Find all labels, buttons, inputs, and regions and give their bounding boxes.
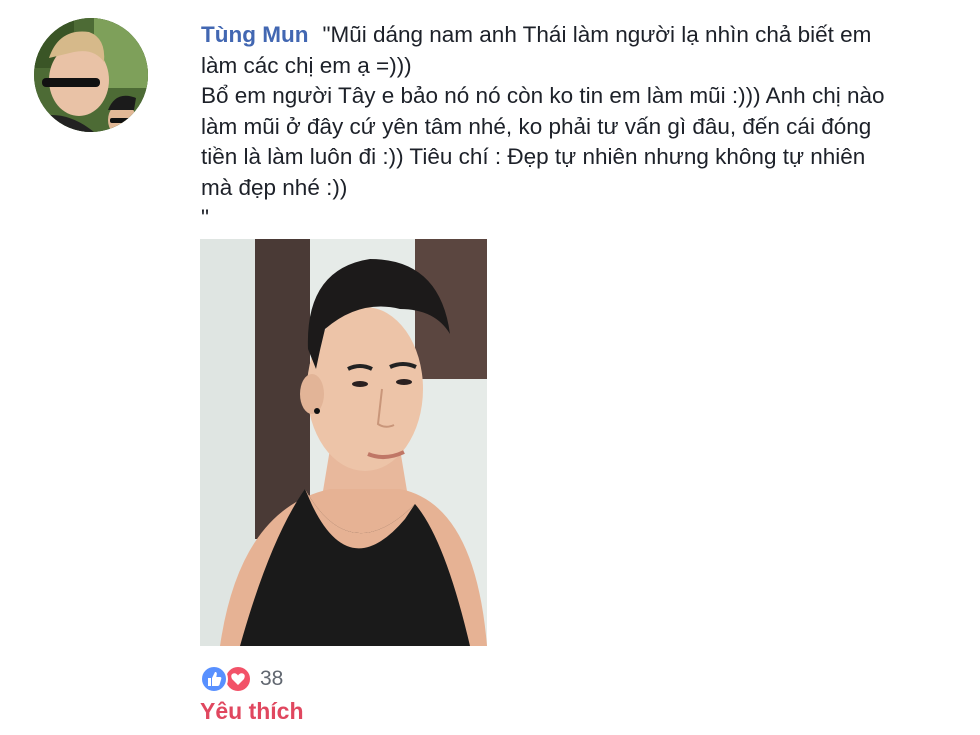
love-icon	[224, 665, 252, 693]
comment-line-5: tiền là làm luôn đi :)) Tiêu chí : Đẹp t…	[201, 144, 866, 169]
comment-line-6: mà đẹp nhé :))	[201, 174, 348, 200]
comment-body: Tùng Mun "Mũi dáng nam anh Thái làm người…	[201, 20, 961, 234]
author-avatar[interactable]	[34, 18, 148, 132]
reaction-summary[interactable]: 38	[200, 665, 283, 693]
author-name[interactable]: Tùng Mun	[201, 22, 308, 47]
comment-text: Tùng Mun "Mũi dáng nam anh Thái làm người…	[201, 20, 961, 234]
reaction-count: 38	[260, 667, 284, 690]
selfie-photo-icon	[200, 239, 487, 646]
comment-line-3: Bổ em người Tây e bảo nó nó còn ko tin e…	[201, 83, 885, 108]
comment-line-1: "Mũi dáng nam anh Thái làm người lạ nhìn…	[322, 22, 872, 47]
like-icon	[200, 665, 228, 693]
comment-line-2: làm các chị em ạ =)))	[201, 52, 412, 78]
attached-photo[interactable]	[200, 239, 487, 646]
comment-line-4: làm mũi ở đây cứ yên tâm nhé, ko phải tư…	[201, 113, 872, 139]
love-reaction-label[interactable]: Yêu thích	[200, 698, 304, 725]
avatar-photo-icon	[34, 18, 148, 132]
comment-line-7: "	[201, 205, 209, 230]
